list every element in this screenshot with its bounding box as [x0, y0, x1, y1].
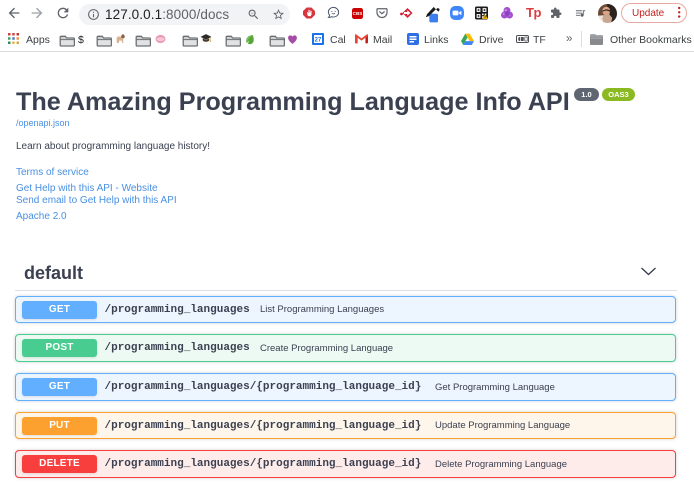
svg-text:CBS: CBS — [353, 11, 363, 16]
svg-text:27: 27 — [315, 38, 322, 44]
